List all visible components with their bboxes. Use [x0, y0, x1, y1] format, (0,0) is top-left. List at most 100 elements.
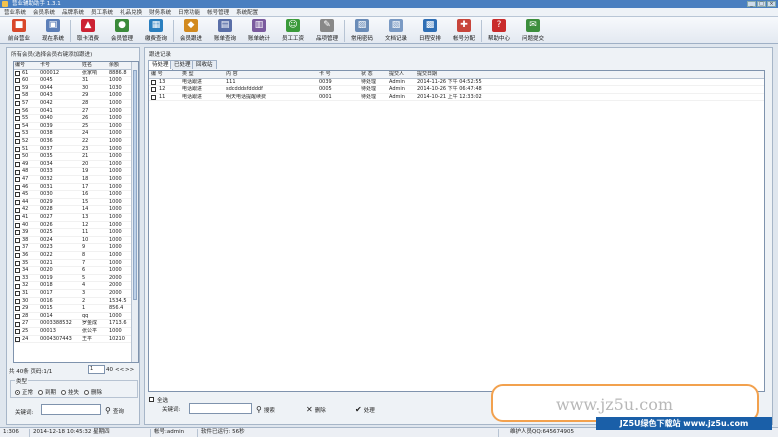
menu-item-7[interactable]: 帐号管理: [207, 8, 229, 16]
member-column-header[interactable]: 姓名: [82, 62, 92, 70]
member-checkbox[interactable]: [15, 253, 20, 259]
member-checkbox[interactable]: [15, 78, 20, 84]
member-search-button[interactable]: ⚲ 查询: [105, 406, 124, 415]
member-checkbox[interactable]: [15, 215, 20, 221]
member-column-header[interactable]: 余额: [109, 62, 119, 70]
member-checkbox[interactable]: [15, 169, 20, 175]
process-button[interactable]: ✔ 处理: [355, 405, 375, 414]
member-row[interactable]: 45 0030 16 1000: [14, 191, 138, 199]
followup-search-button[interactable]: ⚲ 搜索: [256, 405, 275, 414]
followup-row[interactable]: 13 电话跟进 111 0039 待处理 Admin 2014-11-26 下午 04:52…: [149, 79, 764, 87]
menu-item-8[interactable]: 系统配置: [236, 8, 258, 16]
member-row[interactable]: 52 0036 22 1000: [14, 138, 138, 146]
member-row[interactable]: 47 0032 18 1000: [14, 176, 138, 184]
member-row[interactable]: 50 0035 21 1000: [14, 153, 138, 161]
member-row[interactable]: 51 0037 23 1000: [14, 146, 138, 154]
member-scrollbar[interactable]: [131, 62, 138, 362]
member-checkbox[interactable]: [15, 329, 20, 335]
toolbar-button-0[interactable]: ■ 前台营业: [2, 17, 36, 43]
member-checkbox[interactable]: [15, 93, 20, 99]
member-checkbox[interactable]: [15, 146, 20, 152]
menu-item-3[interactable]: 员工系统: [91, 8, 113, 16]
toolbar-button-7[interactable]: ▥ 账单统计: [242, 17, 276, 43]
member-column-header[interactable]: 卡号: [40, 62, 50, 70]
member-checkbox[interactable]: [15, 260, 20, 266]
member-checkbox[interactable]: [15, 314, 20, 320]
tab-processed[interactable]: 已处理: [170, 60, 195, 69]
member-checkbox[interactable]: [15, 101, 20, 107]
member-checkbox[interactable]: [15, 139, 20, 145]
page-input[interactable]: 1: [88, 365, 105, 374]
member-row[interactable]: 32 0018 4 2000: [14, 282, 138, 290]
member-row[interactable]: 49 0034 20 1000: [14, 161, 138, 169]
member-row[interactable]: 55 0040 26 1000: [14, 115, 138, 123]
type-deleted-radio[interactable]: 删除: [84, 388, 102, 396]
toolbar-button-6[interactable]: ▤ 账单查询: [208, 17, 242, 43]
member-checkbox[interactable]: [15, 268, 20, 274]
followup-column-header[interactable]: 提交人: [389, 71, 404, 79]
tab-recycle[interactable]: 回收站: [192, 60, 217, 69]
menu-item-0[interactable]: 营业系统: [4, 8, 26, 16]
followup-column-header[interactable]: 提交日期: [417, 71, 437, 79]
member-row[interactable]: 36 0022 8 1000: [14, 252, 138, 260]
member-checkbox[interactable]: [15, 230, 20, 236]
member-checkbox[interactable]: [15, 108, 20, 114]
toolbar-button-4[interactable]: ▦ 缴费查询: [139, 17, 173, 43]
member-checkbox[interactable]: [15, 177, 20, 183]
member-keyword-input[interactable]: [41, 404, 101, 415]
member-checkbox[interactable]: [15, 298, 20, 304]
member-row[interactable]: 58 0043 29 1000: [14, 92, 138, 100]
member-row[interactable]: 25 00013 张公平 1000: [14, 328, 138, 336]
delete-button[interactable]: ✕ 删除: [306, 405, 326, 414]
member-checkbox[interactable]: [15, 124, 20, 130]
toolbar-button-10[interactable]: ▨ 常用密码: [345, 17, 379, 43]
member-column-header[interactable]: 编号: [15, 62, 25, 70]
menu-item-5[interactable]: 财务系统: [149, 8, 171, 16]
member-row[interactable]: 34 0020 6 1000: [14, 267, 138, 275]
member-checkbox[interactable]: [15, 336, 20, 342]
member-checkbox[interactable]: [15, 291, 20, 297]
member-row[interactable]: 33 0019 5 2000: [14, 275, 138, 283]
member-row[interactable]: 61 000012 张家响 8886.8: [14, 70, 138, 78]
toolbar-button-8[interactable]: ☺ 员工工资: [276, 17, 310, 43]
member-row[interactable]: 48 0033 19 1000: [14, 168, 138, 176]
member-checkbox[interactable]: [15, 86, 20, 92]
member-checkbox[interactable]: [15, 306, 20, 312]
member-row[interactable]: 38 0024 10 1000: [14, 237, 138, 245]
menu-item-6[interactable]: 日常功能: [178, 8, 200, 16]
member-row[interactable]: 60 0045 31 1000: [14, 77, 138, 85]
member-row[interactable]: 37 0023 9 1000: [14, 244, 138, 252]
member-checkbox[interactable]: [15, 131, 20, 137]
member-row[interactable]: 44 0029 15 1000: [14, 199, 138, 207]
member-row[interactable]: 56 0041 27 1000: [14, 108, 138, 116]
member-row[interactable]: 30 0016 2 1534.5: [14, 298, 138, 306]
member-row[interactable]: 39 0025 11 1000: [14, 229, 138, 237]
member-row[interactable]: 57 0042 28 1000: [14, 100, 138, 108]
member-checkbox[interactable]: [15, 154, 20, 160]
minimize-button[interactable]: _: [747, 1, 756, 7]
member-row[interactable]: 46 0031 17 1000: [14, 184, 138, 192]
select-all-checkbox[interactable]: [149, 397, 154, 402]
member-row[interactable]: 59 0044 30 1030: [14, 85, 138, 93]
followup-row[interactable]: 12 电话跟进 sdcdddsfddddf 0005 待处理 Admin 2014-10-2…: [149, 86, 764, 94]
followup-column-header[interactable]: 内 容: [226, 71, 238, 79]
followup-column-header[interactable]: 卡 号: [319, 71, 331, 79]
member-checkbox[interactable]: [15, 192, 20, 198]
member-checkbox[interactable]: [15, 276, 20, 282]
member-row[interactable]: 24 0004307443 王平 10210: [14, 336, 138, 344]
toolbar-button-1[interactable]: ▣ 现在系统: [36, 17, 70, 43]
toolbar-button-12[interactable]: ▩ 日程安排: [413, 17, 447, 43]
member-checkbox[interactable]: [15, 200, 20, 206]
member-checkbox[interactable]: [15, 116, 20, 122]
toolbar-button-11[interactable]: ▧ 文档记录: [379, 17, 413, 43]
maximize-button[interactable]: □: [757, 1, 766, 7]
member-row[interactable]: 42 0028 14 1000: [14, 206, 138, 214]
member-checkbox[interactable]: [15, 207, 20, 213]
followup-column-header[interactable]: 编 号: [151, 71, 163, 79]
followup-column-header[interactable]: 状 态: [361, 71, 373, 79]
member-row[interactable]: 31 0017 3 2000: [14, 290, 138, 298]
type-lost-radio[interactable]: 挂失: [61, 388, 79, 396]
member-row[interactable]: 27 0003388532 罗金成 1713.6: [14, 320, 138, 328]
menu-item-4[interactable]: 礼品兑换: [120, 8, 142, 16]
member-checkbox[interactable]: [15, 321, 20, 327]
